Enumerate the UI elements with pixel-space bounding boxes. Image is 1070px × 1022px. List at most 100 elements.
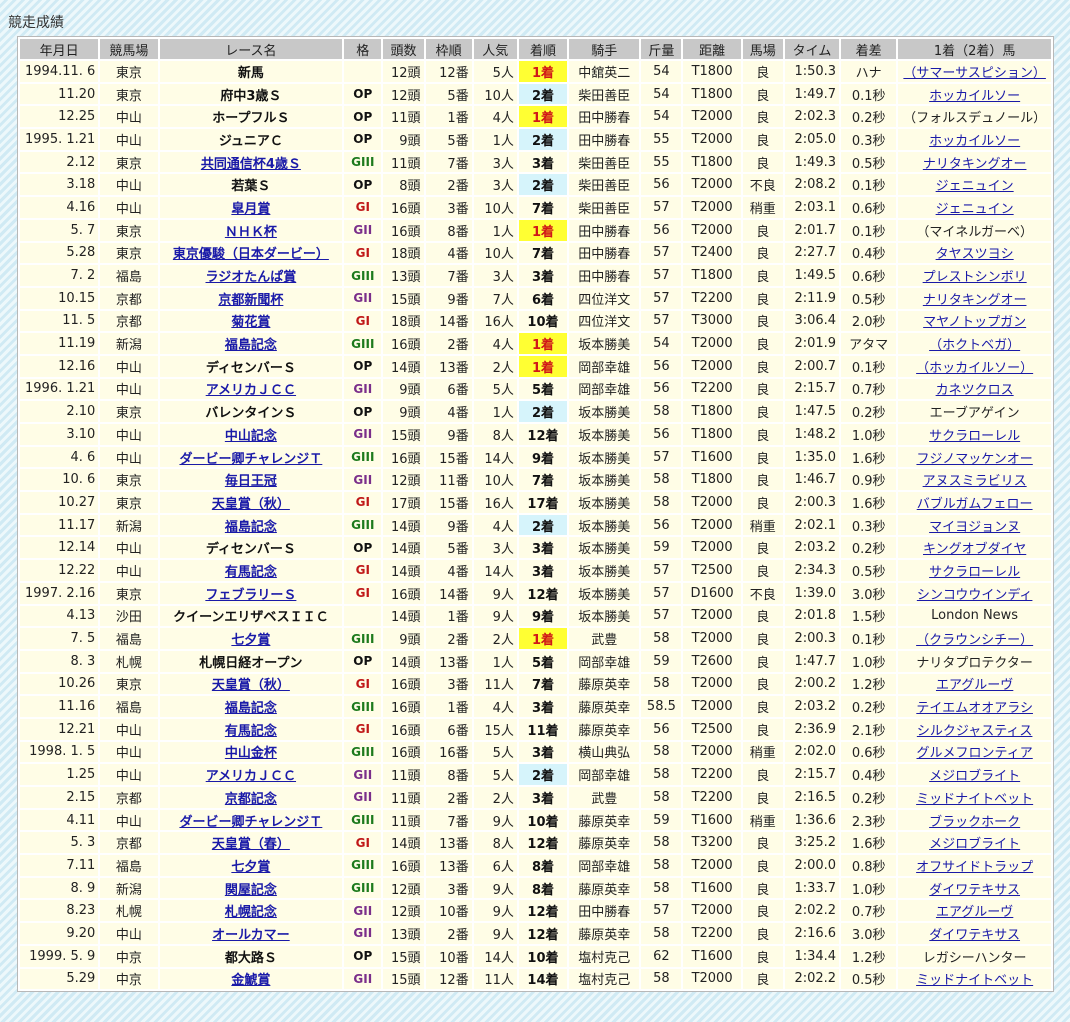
winner-link[interactable]: キングオブダイヤ (923, 542, 1026, 557)
popularity-cell: 3人 (473, 174, 517, 196)
race-link[interactable]: アメリカＪＣＣ (206, 769, 296, 784)
winner-link[interactable]: シンコウウインディ (917, 588, 1033, 603)
runners-cell: 11頭 (383, 809, 424, 831)
race-link[interactable]: 七夕賞 (231, 860, 270, 875)
date-cell: 1997. 2.16 (20, 582, 99, 604)
race-link[interactable]: 関屋記念 (225, 883, 277, 898)
race-link[interactable]: 皐月賞 (231, 202, 270, 217)
winner-link[interactable]: サクラローレル (929, 429, 1020, 444)
winner-link[interactable]: カネツクロス (936, 383, 1014, 398)
course-cell: 中山 (100, 560, 158, 581)
winner-link[interactable]: （サマーサスピション） (903, 66, 1045, 81)
race-name-cell: 菊花賞 (159, 310, 343, 332)
winner-link[interactable]: シルクジャスティス (917, 724, 1033, 739)
winner-link[interactable]: ホッカイルソー (929, 89, 1020, 104)
winner-link[interactable]: メジロブライト (929, 837, 1020, 852)
race-link[interactable]: 七夕賞 (231, 633, 270, 648)
jockey-cell: 藤原英幸 (569, 696, 640, 717)
grade-badge: GI (355, 495, 370, 510)
course-cell: 中山 (100, 106, 158, 128)
race-link[interactable]: 天皇賞（春） (212, 837, 290, 852)
winner-link[interactable]: ジェニュイン (936, 202, 1014, 217)
winner-link[interactable]: ホッカイルソー (929, 134, 1020, 149)
winner-link[interactable]: ナリタキングオー (923, 293, 1027, 308)
race-link[interactable]: 共同通信杯4歳Ｓ (201, 157, 301, 172)
winner-link[interactable]: テイエムオオアラシ (916, 701, 1033, 716)
distance-cell: T2600 (683, 650, 741, 672)
winner-link[interactable]: （クラウンシチー） (916, 633, 1033, 648)
column-header: 距離 (683, 39, 741, 59)
winner-link[interactable]: ブラックホーク (929, 815, 1020, 830)
distance-cell: T2000 (683, 741, 741, 763)
margin-cell: 1.0秒 (841, 877, 897, 899)
winner-cell: （サマーサスピション） (898, 61, 1051, 82)
winner-link[interactable]: ダイワテキサス (929, 883, 1020, 898)
race-link[interactable]: 有馬記念 (225, 724, 277, 739)
winner-link[interactable]: グルメフロンティア (917, 746, 1033, 761)
race-name-cell: 福島記念 (159, 333, 343, 354)
winner-link[interactable]: タヤスツヨシ (936, 247, 1014, 262)
race-results-table: 年月日 競馬場 レース名格頭数 枠順 人気 着順 騎手 斤量 距離 馬場 タイム 着差 1着（2着）馬 … (17, 36, 1054, 993)
race-link[interactable]: 有馬記念 (225, 565, 277, 580)
winner-link[interactable]: バブルガムフェロー (917, 497, 1033, 512)
distance-cell: T2500 (683, 560, 741, 581)
winner-cell: バブルガムフェロー (898, 492, 1051, 513)
winner-link[interactable]: エアグルーヴ (936, 678, 1013, 693)
winner-link[interactable]: ミッドナイトベット (916, 973, 1033, 988)
race-link[interactable]: 東京優駿（日本ダービー） (173, 247, 329, 262)
race-link[interactable]: ダービー卿チャレンジＴ (179, 452, 322, 467)
race-link[interactable]: 京都記念 (225, 792, 277, 807)
post-cell: 12番 (425, 968, 472, 990)
winner-link[interactable]: （ホッカイルソー） (916, 361, 1033, 376)
popularity-cell: 9人 (473, 605, 517, 627)
runners-cell: 12頭 (383, 83, 424, 105)
runners-cell: 18頭 (383, 242, 424, 264)
winner-link[interactable]: エアグルーヴ (936, 905, 1013, 920)
race-link[interactable]: 毎日王冠 (225, 474, 277, 489)
winner-link[interactable]: オフサイドトラップ (916, 860, 1033, 875)
winner-link[interactable]: ナリタキングオー (923, 157, 1027, 172)
race-link[interactable]: 中山記念 (225, 429, 277, 444)
winner-link[interactable]: マイヨジョンヌ (929, 520, 1020, 535)
jockey-cell: 武豊 (569, 787, 640, 808)
winner-name: エーブアゲイン (929, 406, 1020, 422)
grade-cell: OP (344, 401, 382, 422)
race-link[interactable]: 札幌記念 (225, 905, 277, 920)
table-row: 12.22 中山 有馬記念 GI 14頭 4番 14人 3着 坂本勝美 57 T2500 良 2:34.… (20, 560, 1051, 581)
winner-cell: メジロブライト (898, 832, 1051, 854)
race-link[interactable]: アメリカＪＣＣ (206, 383, 296, 398)
winner-link[interactable]: マヤノトップガン (923, 315, 1026, 330)
winner-link[interactable]: ジェニュイン (936, 179, 1014, 194)
winner-link[interactable]: メジロブライト (929, 769, 1020, 784)
race-link[interactable]: 天皇賞（秋） (212, 678, 290, 693)
race-link[interactable]: ＮＨＫ杯 (225, 225, 277, 240)
race-link[interactable]: 天皇賞（秋） (212, 497, 290, 512)
race-link[interactable]: ダービー卿チャレンジＴ (179, 815, 322, 830)
race-link[interactable]: フェブラリーＳ (205, 588, 296, 603)
winner-link[interactable]: プレストシンボリ (923, 270, 1027, 285)
winner-link[interactable]: ミッドナイトベット (916, 792, 1033, 807)
table-row: 12.14 中山 ディセンバーＳ OP 14頭 5番 3人 3着 坂本勝美 59 T2000 良 2:0… (20, 537, 1051, 559)
race-link[interactable]: 金鯱賞 (231, 973, 270, 988)
date-cell: 10. 6 (20, 469, 99, 491)
race-link[interactable]: 京都新聞杯 (218, 293, 283, 308)
race-link[interactable]: 中山金杯 (225, 746, 277, 761)
date-cell: 11.19 (20, 333, 99, 354)
table-row: 11. 5 京都 菊花賞 GI 18頭 14番 16人 10着 四位洋文 57 T3000 良 3:06… (20, 310, 1051, 332)
race-link[interactable]: 菊花賞 (231, 315, 270, 330)
race-link[interactable]: オールカマー (212, 928, 290, 943)
post-cell: 8番 (425, 764, 472, 785)
race-link[interactable]: 福島記念 (225, 338, 277, 353)
winner-link[interactable]: サクラローレル (929, 565, 1020, 580)
race-link[interactable]: 福島記念 (225, 701, 277, 716)
winner-link[interactable]: ダイワテキサス (929, 928, 1020, 943)
winner-link[interactable]: （ホクトベガ） (929, 338, 1020, 353)
winner-link[interactable]: フジノマッケンオー (916, 452, 1032, 467)
race-name-cell: 新馬 (159, 61, 343, 82)
course-cell: 福島 (100, 855, 158, 876)
race-link[interactable]: ラジオたんぱ賞 (206, 270, 297, 285)
column-header: タイム (784, 39, 840, 59)
winner-link[interactable]: アヌスミラビリス (923, 474, 1027, 489)
popularity-cell: 10人 (473, 242, 517, 264)
race-link[interactable]: 福島記念 (225, 520, 277, 535)
